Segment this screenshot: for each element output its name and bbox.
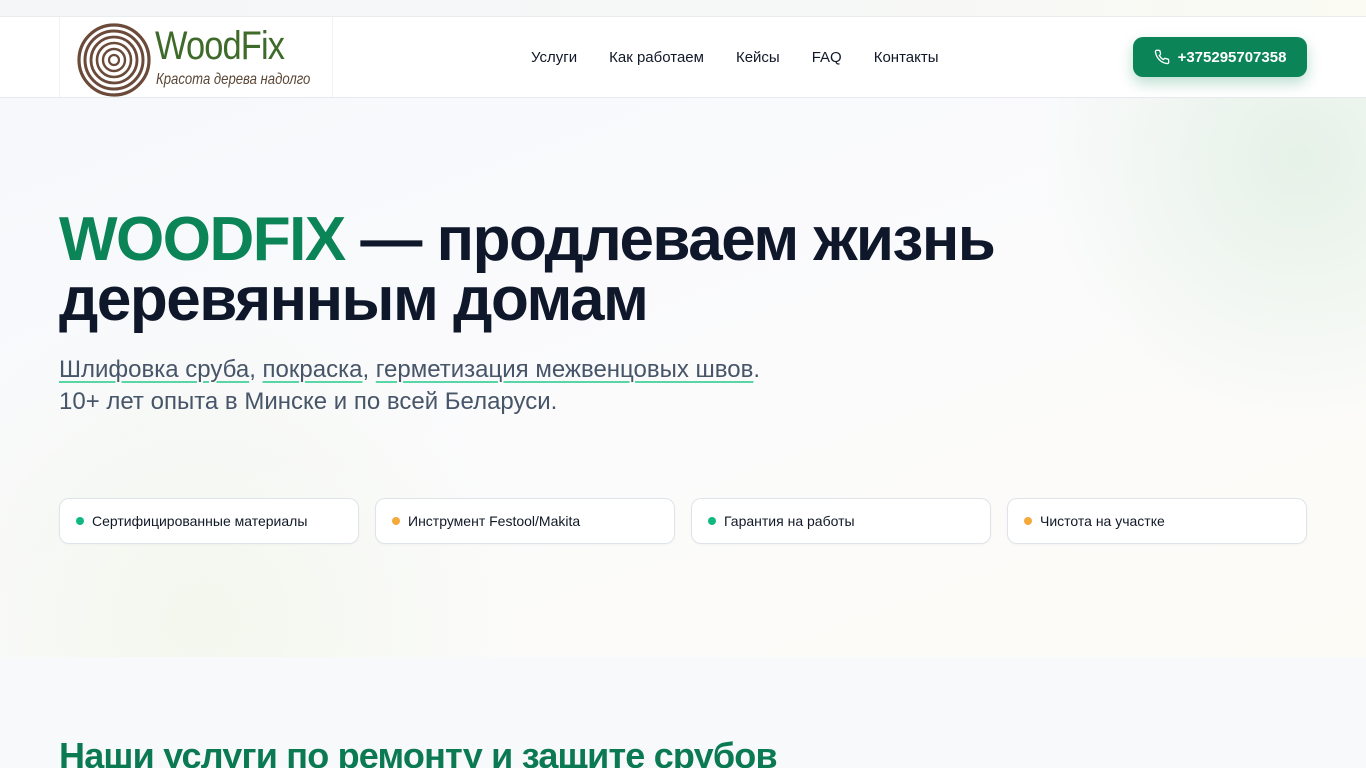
dot-icon: [392, 517, 400, 525]
link-log-sanding[interactable]: Шлифовка сруба: [59, 356, 249, 383]
phone-icon: [1154, 49, 1169, 65]
feature-card: Чистота на участке: [1007, 498, 1307, 544]
logo[interactable]: WoodFix Красота дерева надолго: [59, 17, 333, 97]
feature-label: Гарантия на работы: [724, 513, 855, 529]
nav-item-how-we-work[interactable]: Как работаем: [609, 49, 704, 66]
subtitle-end: .: [753, 356, 761, 383]
feature-card: Гарантия на работы: [691, 498, 991, 544]
nav-item-services[interactable]: Услуги: [531, 49, 577, 66]
features-list: Сертифицированные материалы Инструмент F…: [59, 498, 1307, 544]
dot-icon: [708, 517, 716, 525]
wood-rings-icon: [77, 23, 151, 97]
feature-card: Сертифицированные материалы: [59, 498, 359, 544]
hero-title: WOODFIX — продлеваем жизнь деревянным до…: [59, 209, 1059, 331]
site-header: WoodFix Красота дерева надолго Услуги Ка…: [0, 17, 1366, 98]
feature-label: Инструмент Festool/Makita: [408, 513, 581, 529]
phone-number: +375295707358: [1177, 48, 1287, 66]
services-title: Наши услуги по ремонту и защите срубов: [59, 735, 778, 768]
dot-icon: [1024, 517, 1032, 525]
nav-item-cases[interactable]: Кейсы: [736, 49, 780, 66]
feature-card: Инструмент Festool/Makita: [375, 498, 675, 544]
hero-title-brand: WOODFIX: [59, 205, 346, 274]
logo-name: WoodFix: [155, 24, 285, 68]
hero-section: WOODFIX — продлеваем жизнь деревянным до…: [0, 98, 1366, 657]
hero-subtitle: Шлифовка сруба, покраска, герметизация м…: [59, 354, 959, 418]
link-joint-sealing[interactable]: герметизация межвенцовых швов: [376, 356, 754, 383]
feature-label: Чистота на участке: [1040, 513, 1165, 529]
hero-experience-text: 10+ лет опыта в Минске и по всей Беларус…: [59, 388, 558, 415]
logo-tagline: Красота дерева надолго: [156, 71, 311, 88]
services-section: Наши услуги по ремонту и защите срубов: [0, 657, 1366, 768]
phone-call-button[interactable]: +375295707358: [1133, 37, 1307, 77]
subtitle-separator: ,: [362, 356, 376, 383]
dot-icon: [76, 517, 84, 525]
nav-item-faq[interactable]: FAQ: [812, 49, 842, 66]
feature-label: Сертифицированные материалы: [92, 513, 308, 529]
main-nav: Услуги Как работаем Кейсы FAQ Контакты: [531, 17, 939, 97]
nav-item-contacts[interactable]: Контакты: [874, 49, 939, 66]
subtitle-separator: ,: [249, 356, 263, 383]
top-strip: [0, 0, 1366, 17]
link-painting[interactable]: покраска: [263, 356, 363, 383]
